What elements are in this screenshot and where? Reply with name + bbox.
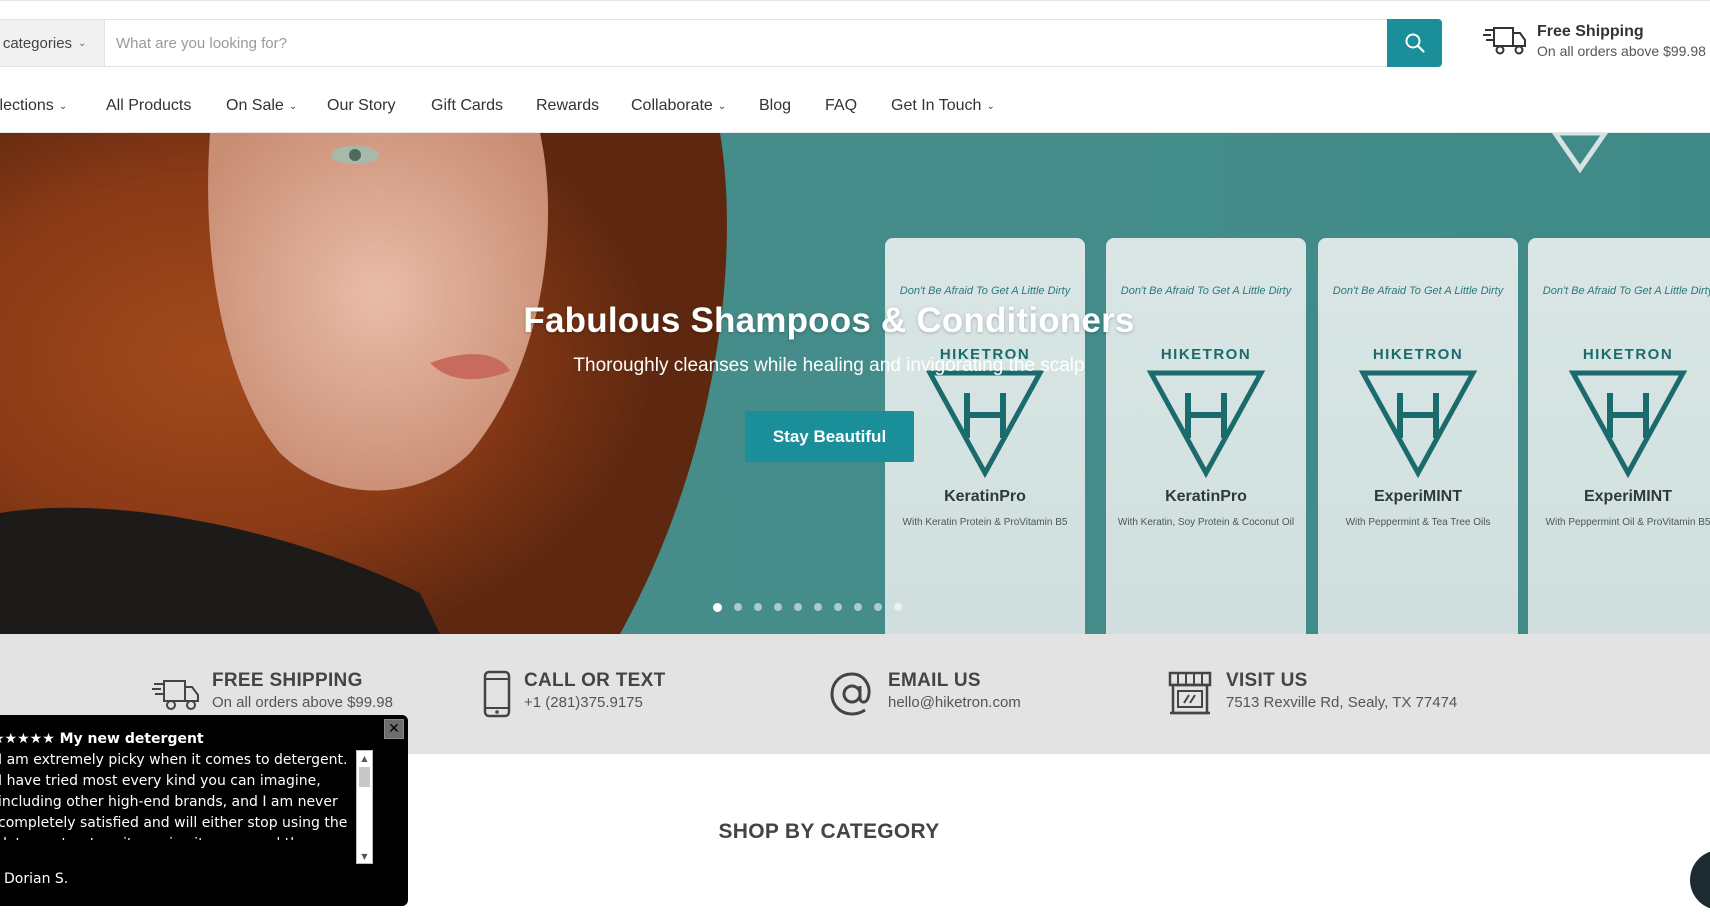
close-icon[interactable]: ✕ (384, 719, 404, 739)
review-author: Dorian S. (4, 871, 69, 887)
search-bar: ll categories ⌄ (0, 19, 1442, 67)
info-subtitle: On all orders above $99.98 (212, 694, 393, 711)
hero-slider[interactable]: Don't Be Afraid To Get A Little Dirty HI… (0, 133, 1710, 634)
nav-item-label: Blog (759, 97, 792, 114)
slider-dot[interactable] (734, 603, 742, 611)
nav-item-rewards[interactable]: Rewards (536, 90, 599, 122)
product-slogan: Don't Be Afraid To Get A Little Dirty (1120, 285, 1292, 297)
product-ingredients: With Peppermint Oil & ProVitamin B5 (1545, 517, 1710, 528)
phone-icon (483, 670, 511, 718)
scrollbar-thumb[interactable] (359, 767, 370, 787)
hero-title: Fabulous Shampoos & Conditioners (523, 301, 1135, 340)
info-visit-us[interactable]: VISIT US 7513 Rexville Rd, Sealy, TX 774… (1166, 670, 1457, 718)
nav-item-our-story[interactable]: Our Story (327, 90, 395, 122)
info-subtitle: 7513 Rexville Rd, Sealy, TX 77474 (1226, 694, 1458, 711)
header-top-border (0, 0, 1710, 1)
nav-item-label: On Sale (226, 97, 284, 114)
product-name: KeratinPro (1165, 488, 1247, 505)
stay-beautiful-button[interactable]: Stay Beautiful (745, 411, 914, 462)
product-ingredients: With Peppermint & Tea Tree Oils (1345, 517, 1491, 528)
chevron-down-icon: ⌄ (58, 100, 68, 112)
nav-item-label: llections (0, 97, 54, 114)
product-tube: Don't Be Afraid To Get A Little Dirty HI… (885, 238, 1085, 634)
info-subtitle: +1 (281)375.9175 (524, 694, 643, 711)
nav-item-label: Gift Cards (431, 97, 504, 114)
info-email-us[interactable]: EMAIL US hello@hiketron.com (828, 670, 1021, 718)
nav-item-get-in-touch[interactable]: Get In Touch ⌄ (891, 90, 995, 122)
at-sign-icon (830, 672, 871, 716)
product-name: ExperiMINT (1373, 488, 1462, 505)
header-shipping-promo: Free Shipping On all orders above $99.98 (1483, 22, 1706, 60)
slider-dot[interactable] (754, 603, 762, 611)
nav-item-all-products[interactable]: All Products (106, 90, 191, 122)
info-title: FREE SHIPPING (212, 670, 363, 691)
review-body: I am extremely picky when it comes to de… (0, 752, 348, 840)
product-ingredients: With Keratin, Soy Protein & Coconut Oil (1117, 517, 1295, 528)
nav-item-label: Get In Touch (891, 97, 982, 114)
product-slogan: Don't Be Afraid To Get A Little Dirty (899, 285, 1071, 297)
shipping-title: Free Shipping (1537, 23, 1644, 40)
hiketron-logo-icon (925, 370, 1045, 478)
search-icon (1405, 33, 1425, 53)
slider-dot[interactable] (774, 603, 782, 611)
info-title: EMAIL US (888, 670, 981, 691)
product-ingredients: With Keratin Protein & ProVitamin B5 (902, 517, 1068, 528)
search-input[interactable] (105, 20, 1441, 66)
hero-subtitle: Thoroughly cleanses while healing and in… (573, 355, 1085, 376)
nav-item-on-sale[interactable]: On Sale ⌄ (226, 90, 297, 122)
chevron-down-icon: ⌄ (986, 100, 995, 112)
scroll-up-arrow-icon[interactable]: ▲ (357, 751, 372, 765)
scroll-down-arrow-icon[interactable]: ▼ (357, 849, 372, 863)
nav-item-label: Our Story (327, 97, 396, 114)
chevron-down-icon: ⌄ (288, 100, 298, 112)
chevron-down-icon: ⌄ (717, 100, 727, 112)
chevron-down-icon: ⌄ (78, 37, 87, 49)
hiketron-logo-icon (1146, 370, 1266, 478)
product-tube: Don't Be Afraid To Get A Little Dirty HI… (1528, 238, 1710, 634)
category-select[interactable]: ll categories ⌄ (0, 20, 105, 66)
search-button[interactable] (1387, 19, 1442, 67)
nav-item-label: Collaborate (631, 97, 713, 114)
nav-item-gift-cards[interactable]: Gift Cards (431, 90, 503, 122)
slider-dot[interactable] (814, 603, 822, 611)
slider-dot[interactable] (854, 603, 862, 611)
slider-dots (713, 603, 902, 612)
nav-item-label: FAQ (825, 97, 858, 114)
product-slogan: Don't Be Afraid To Get A Little Dirty (1332, 285, 1504, 297)
nav-item-collaborate[interactable]: Collaborate ⌄ (631, 90, 726, 122)
review-title: ★★★★★ My new detergent (0, 731, 204, 747)
review-popup: ★★★★★ My new detergent I am extremely pi… (0, 715, 408, 906)
info-call-or-text[interactable]: CALL OR TEXT +1 (281)375.9175 (482, 670, 666, 718)
product-tube: Don't Be Afraid To Get A Little Dirty HI… (1106, 238, 1306, 634)
info-subtitle: hello@hiketron.com (888, 694, 1021, 711)
slider-dot[interactable] (713, 603, 722, 612)
product-slogan: Don't Be Afraid To Get A Little Dirty (1542, 285, 1710, 297)
product-name: ExperiMINT (1583, 488, 1672, 505)
chat-widget-button[interactable] (1690, 850, 1710, 910)
slider-dot[interactable] (894, 603, 902, 611)
nav-item-label: All Products (106, 97, 192, 114)
review-scrollbar[interactable]: ▲ ▼ (356, 750, 373, 864)
truck-icon (152, 680, 199, 710)
slider-dot[interactable] (834, 603, 842, 611)
hiketron-logo-icon (1358, 370, 1478, 478)
info-title: VISIT US (1226, 670, 1308, 691)
storefront-icon (1168, 671, 1212, 715)
truck-icon (1483, 27, 1526, 55)
nav-item-label: Rewards (536, 97, 600, 114)
category-select-label: ll categories (0, 34, 73, 52)
info-free-shipping: FREE SHIPPING On all orders above $99.98 (152, 670, 393, 718)
info-title: CALL OR TEXT (524, 670, 666, 691)
product-name: KeratinPro (944, 488, 1026, 505)
hiketron-logo-icon (1568, 370, 1688, 478)
shipping-subtitle: On all orders above $99.98 (1537, 43, 1706, 59)
slider-dot[interactable] (874, 603, 882, 611)
nav-item-blog[interactable]: Blog (759, 90, 791, 122)
slider-dot[interactable] (794, 603, 802, 611)
product-tube: Don't Be Afraid To Get A Little Dirty HI… (1318, 238, 1518, 634)
nav-item-faq[interactable]: FAQ (825, 90, 857, 122)
nav-item-collections[interactable]: llections ⌄ (0, 90, 67, 122)
